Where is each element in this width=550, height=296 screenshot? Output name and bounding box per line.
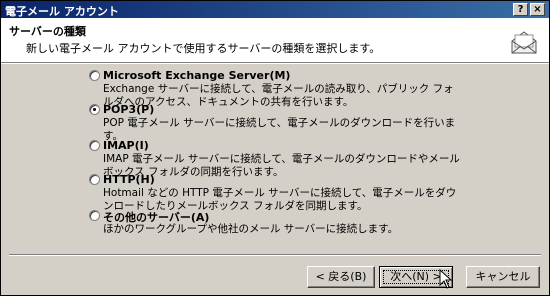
footer-divider [9, 254, 541, 256]
imap-description: IMAP 電子メール サーバーに接続して、電子メールのダウンロードやメールボック… [103, 153, 460, 178]
window-title: 電子メール アカウント [5, 5, 119, 18]
exchange-label[interactable]: Microsoft Exchange Server(M) [103, 69, 290, 82]
pop3-description: POP 電子メール サーバーに接続して、電子メールのダウンロードを行います。 [103, 117, 456, 142]
header-divider [1, 63, 549, 64]
wizard-header: サーバーの種類 新しい電子メール アカウントで使用するサーバーの種類を選択します… [1, 18, 549, 63]
exchange-description: Exchange サーバーに接続して、電子メールの読み取り、パブリック フォルダ… [103, 83, 454, 108]
account-wizard-window: 電子メール アカウント ? × サーバーの種類 新しい電子メール アカウントで使… [0, 0, 550, 296]
envelope-icon [511, 31, 537, 54]
imap-radio[interactable] [89, 140, 100, 151]
close-button[interactable]: × [530, 3, 545, 16]
other-description: ほかのワークグループや他社のメール サーバーに接続します。 [103, 223, 399, 235]
help-button[interactable]: ? [513, 3, 528, 16]
back-button[interactable]: < 戻る(B) [307, 266, 375, 288]
page-description: 新しい電子メール アカウントで使用するサーバーの種類を選択します。 [26, 42, 381, 55]
cancel-button[interactable]: キャンセル [466, 266, 540, 288]
exchange-radio[interactable] [89, 70, 100, 81]
imap-label[interactable]: IMAP(I) [103, 139, 149, 152]
title-bar[interactable]: 電子メール アカウント ? × [1, 1, 549, 18]
pop3-label[interactable]: POP3(P) [103, 103, 154, 116]
http-radio[interactable] [89, 174, 100, 185]
page-title: サーバーの種類 [9, 25, 86, 38]
http-label[interactable]: HTTP(H) [103, 173, 155, 186]
other-radio[interactable] [89, 210, 100, 221]
mouse-cursor-icon [439, 269, 453, 289]
pop3-radio[interactable] [89, 104, 100, 115]
